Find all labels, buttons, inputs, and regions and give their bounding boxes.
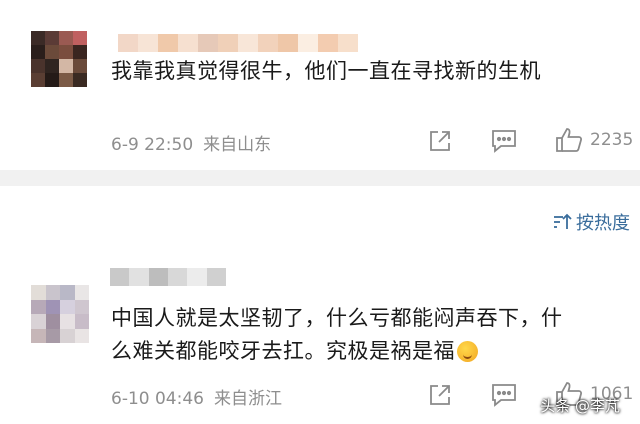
comment-meta: 6-9 22:50 来自山东 [111, 130, 271, 155]
avatar[interactable] [31, 31, 87, 87]
comment-time: 6-9 22:50 [111, 135, 194, 155]
section-divider [0, 170, 640, 186]
comment-location: 来自山东 [203, 135, 272, 155]
watermark: 头条 @李芃 [540, 397, 620, 415]
comment-text-line-2-text: 么难关都能咬牙去扛。究极是祸是福 [111, 339, 455, 363]
share-icon[interactable] [428, 383, 452, 407]
share-icon[interactable] [428, 129, 452, 153]
comment-meta: 6-10 04:46 来自浙江 [111, 384, 282, 409]
emoji-face-icon [457, 341, 478, 362]
avatar[interactable] [31, 285, 89, 343]
sort-icon [554, 213, 572, 229]
comment-time: 6-10 04:46 [111, 389, 204, 409]
comment-icon[interactable] [491, 129, 517, 153]
comment-text-line-1: 中国人就是太坚韧了，什么亏都能闷声吞下，什 [111, 306, 563, 330]
comment-text-line-2: 么难关都能咬牙去扛。究极是祸是福 [111, 335, 478, 368]
comment-text: 我靠我真觉得很牛，他们一直在寻找新的生机 [111, 59, 541, 83]
thumbs-up-icon[interactable] [555, 127, 583, 153]
like-count: 2235 [590, 130, 634, 150]
sort-label: 按热度 [576, 213, 630, 234]
comment-icon[interactable] [491, 383, 517, 407]
username[interactable] [118, 34, 358, 52]
sort-button[interactable]: 按热度 [552, 209, 630, 235]
comment-location: 来自浙江 [213, 389, 282, 409]
username[interactable] [110, 268, 226, 286]
